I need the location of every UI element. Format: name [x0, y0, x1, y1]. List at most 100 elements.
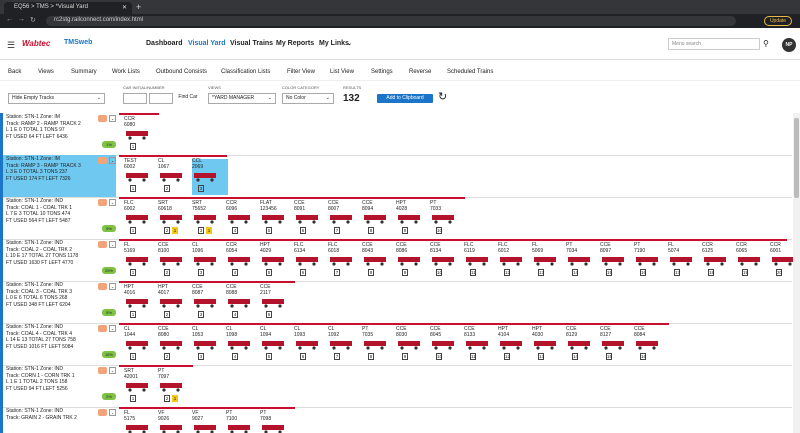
railcar[interactable]: FL 5169 1	[124, 242, 160, 279]
toolbar-reverse[interactable]: Reverse	[409, 69, 431, 75]
railcar[interactable]: FLC 6002 1	[124, 200, 160, 237]
railcar[interactable]: CCL 2069 3	[192, 158, 228, 195]
chevron-down-icon[interactable]: ⌄	[109, 199, 116, 206]
toolbar-list-view[interactable]: List View	[330, 69, 354, 75]
toolbar-summary[interactable]: Summary	[71, 69, 97, 75]
chevron-down-icon[interactable]: ⌄	[109, 325, 116, 332]
track-info[interactable]: Station: STN-1 Zone: IND Track: COAL 3 - …	[0, 281, 116, 323]
track-status-icon[interactable]	[98, 199, 107, 206]
railcar[interactable]: CL 1067 2	[158, 158, 194, 195]
chevron-down-icon[interactable]: ⌄	[109, 367, 116, 374]
car-number-input[interactable]	[149, 93, 173, 104]
railcar[interactable]: CCE 2117 5	[260, 284, 296, 321]
track-status-icon[interactable]	[98, 283, 107, 290]
railcar[interactable]: CCE 8084 16	[634, 326, 670, 363]
avatar[interactable]: NP	[782, 38, 796, 52]
reload-icon[interactable]: ↻	[30, 16, 36, 24]
railcar[interactable]: VF90273	[192, 410, 228, 433]
chevron-down-icon[interactable]: ⌄	[109, 283, 116, 290]
track-filter-select[interactable]: Hide Empty Tracks ⌄	[8, 93, 105, 104]
railcar[interactable]: HPT 4029 5	[260, 242, 296, 279]
railcar[interactable]: CCE 8091 6	[294, 200, 330, 237]
url-field[interactable]: rc2stg.railconnect.com/index.html	[46, 16, 736, 26]
track-info[interactable]: Station: STN-1 Zone: IM Track: RAMP 3 - R…	[0, 155, 116, 197]
chevron-down-icon[interactable]: ⌄	[109, 115, 116, 122]
new-tab-icon[interactable]: +	[136, 2, 141, 12]
chevron-down-icon[interactable]: ⌄	[109, 241, 116, 248]
railcar[interactable]: CCE 8094 8	[362, 200, 398, 237]
railcar[interactable]: PT70985	[260, 410, 296, 433]
railcar[interactable]: CCR 6096 4	[226, 200, 262, 237]
railcar[interactable]: FLC 6018 7	[328, 242, 364, 279]
railcar[interactable]: CCR 6065 19	[736, 242, 772, 279]
color-category-select[interactable]: No Color ⌄	[282, 93, 334, 104]
nav-visual-yard[interactable]: Visual Yard	[188, 40, 226, 47]
toolbar-work-lists[interactable]: Work Lists	[112, 69, 140, 75]
track-info[interactable]: Station: STN-1 Zone: IND Track: COAL 2 - …	[0, 239, 116, 281]
scrollbar[interactable]	[793, 113, 800, 433]
railcar[interactable]: SRT 75652 3 1	[192, 200, 228, 237]
railcar[interactable]: CCE 8129 14	[566, 326, 602, 363]
railcar[interactable]: CL 1053 3	[192, 326, 228, 363]
railcar[interactable]: CL 1092 7	[328, 326, 364, 363]
toolbar-back[interactable]: Back	[8, 69, 21, 75]
railcar[interactable]: CCE 8134 10	[430, 242, 466, 279]
railcar[interactable]: FLC 6119 11	[464, 242, 500, 279]
track-status-icon[interactable]	[98, 157, 107, 164]
toolbar-outbound-consists[interactable]: Outbound Consists	[156, 69, 207, 75]
railcar[interactable]: PT 7035 8	[362, 326, 398, 363]
nav-my-links[interactable]: My Links	[319, 40, 349, 47]
update-button[interactable]: Update	[764, 16, 792, 26]
car-initial-input[interactable]	[123, 93, 147, 104]
track-info[interactable]: Station: STN-1 Zone: IND Track: CORN 1 - …	[0, 365, 116, 407]
refresh-icon[interactable]: ↻	[438, 90, 447, 103]
railcar[interactable]: HPT 4104 12	[498, 326, 534, 363]
toolbar-classification-lists[interactable]: Classification Lists	[221, 69, 270, 75]
railcar[interactable]: SRT 42001 1	[124, 368, 160, 405]
track-status-icon[interactable]	[98, 241, 107, 248]
views-select[interactable]: *YARD MANAGER ⌄	[208, 93, 276, 104]
toolbar-settings[interactable]: Settings	[371, 69, 393, 75]
find-car-button[interactable]: Find Car	[176, 93, 200, 104]
railcar[interactable]: PT 7033 10	[430, 200, 466, 237]
railcar[interactable]: PT 7190 16	[634, 242, 670, 279]
close-tab-icon[interactable]: ✕	[122, 4, 127, 11]
scrollbar-thumb[interactable]	[794, 118, 799, 198]
railcar[interactable]: CCE 8007 7	[328, 200, 364, 237]
track-status-icon[interactable]	[98, 409, 107, 416]
toolbar-filter-view[interactable]: Filter View	[287, 69, 315, 75]
chevron-down-icon[interactable]: ⌄	[109, 157, 116, 164]
forward-arrow-icon[interactable]: →	[18, 16, 25, 23]
nav-visual-trains[interactable]: Visual Trains	[230, 40, 273, 47]
railcar[interactable]: HPT 4017 2	[158, 284, 194, 321]
railcar[interactable]: CL 1098 4	[226, 326, 262, 363]
railcar[interactable]: PT71004	[226, 410, 262, 433]
add-to-clipboard-button[interactable]: Add to Clipboard	[377, 94, 433, 103]
track-info[interactable]: Station: STN-1 Zone: IND Track: COAL 1 - …	[0, 197, 116, 239]
railcar[interactable]: CCE 8088 4	[226, 284, 262, 321]
railcar[interactable]: CCE 8133 11	[464, 326, 500, 363]
railcar[interactable]: CCR 6125 18	[702, 242, 738, 279]
railcar[interactable]: VF90262	[158, 410, 194, 433]
toolbar-views[interactable]: Views	[38, 69, 54, 75]
track-status-icon[interactable]	[98, 115, 107, 122]
track-status-icon[interactable]	[98, 325, 107, 332]
back-arrow-icon[interactable]: ←	[6, 16, 13, 23]
railcar[interactable]: HPT 4028 9	[396, 200, 432, 237]
railcar[interactable]: CL 1093 6	[294, 326, 330, 363]
railcar[interactable]: CL 1044 1	[124, 326, 160, 363]
browser-tab[interactable]: EQ56 > TMS > *Visual Yard ✕	[4, 2, 132, 14]
railcar[interactable]: CCE 8030 9	[396, 326, 432, 363]
railcar[interactable]: PT 7097 2 1	[158, 368, 194, 405]
nav-dashboard[interactable]: Dashboard	[146, 40, 183, 47]
track-info[interactable]: Station: STN-1 Zone: IND Track: COAL 4 - …	[0, 323, 116, 365]
railcar[interactable]: FLC 6134 6	[294, 242, 330, 279]
railcar[interactable]: FL 5074 17	[668, 242, 704, 279]
chevron-down-icon[interactable]: ⌄	[109, 409, 116, 416]
railcar[interactable]: FLAT 123456 5	[260, 200, 296, 237]
hamburger-menu-icon[interactable]: ☰	[7, 40, 15, 51]
track-info[interactable]: Station: STN-1 Zone: IM Track: RAMP 2 - R…	[0, 113, 116, 155]
toolbar-scheduled-trains[interactable]: Scheduled Trains	[447, 69, 493, 75]
nav-my-reports[interactable]: My Reports	[276, 40, 314, 47]
track-status-icon[interactable]	[98, 367, 107, 374]
